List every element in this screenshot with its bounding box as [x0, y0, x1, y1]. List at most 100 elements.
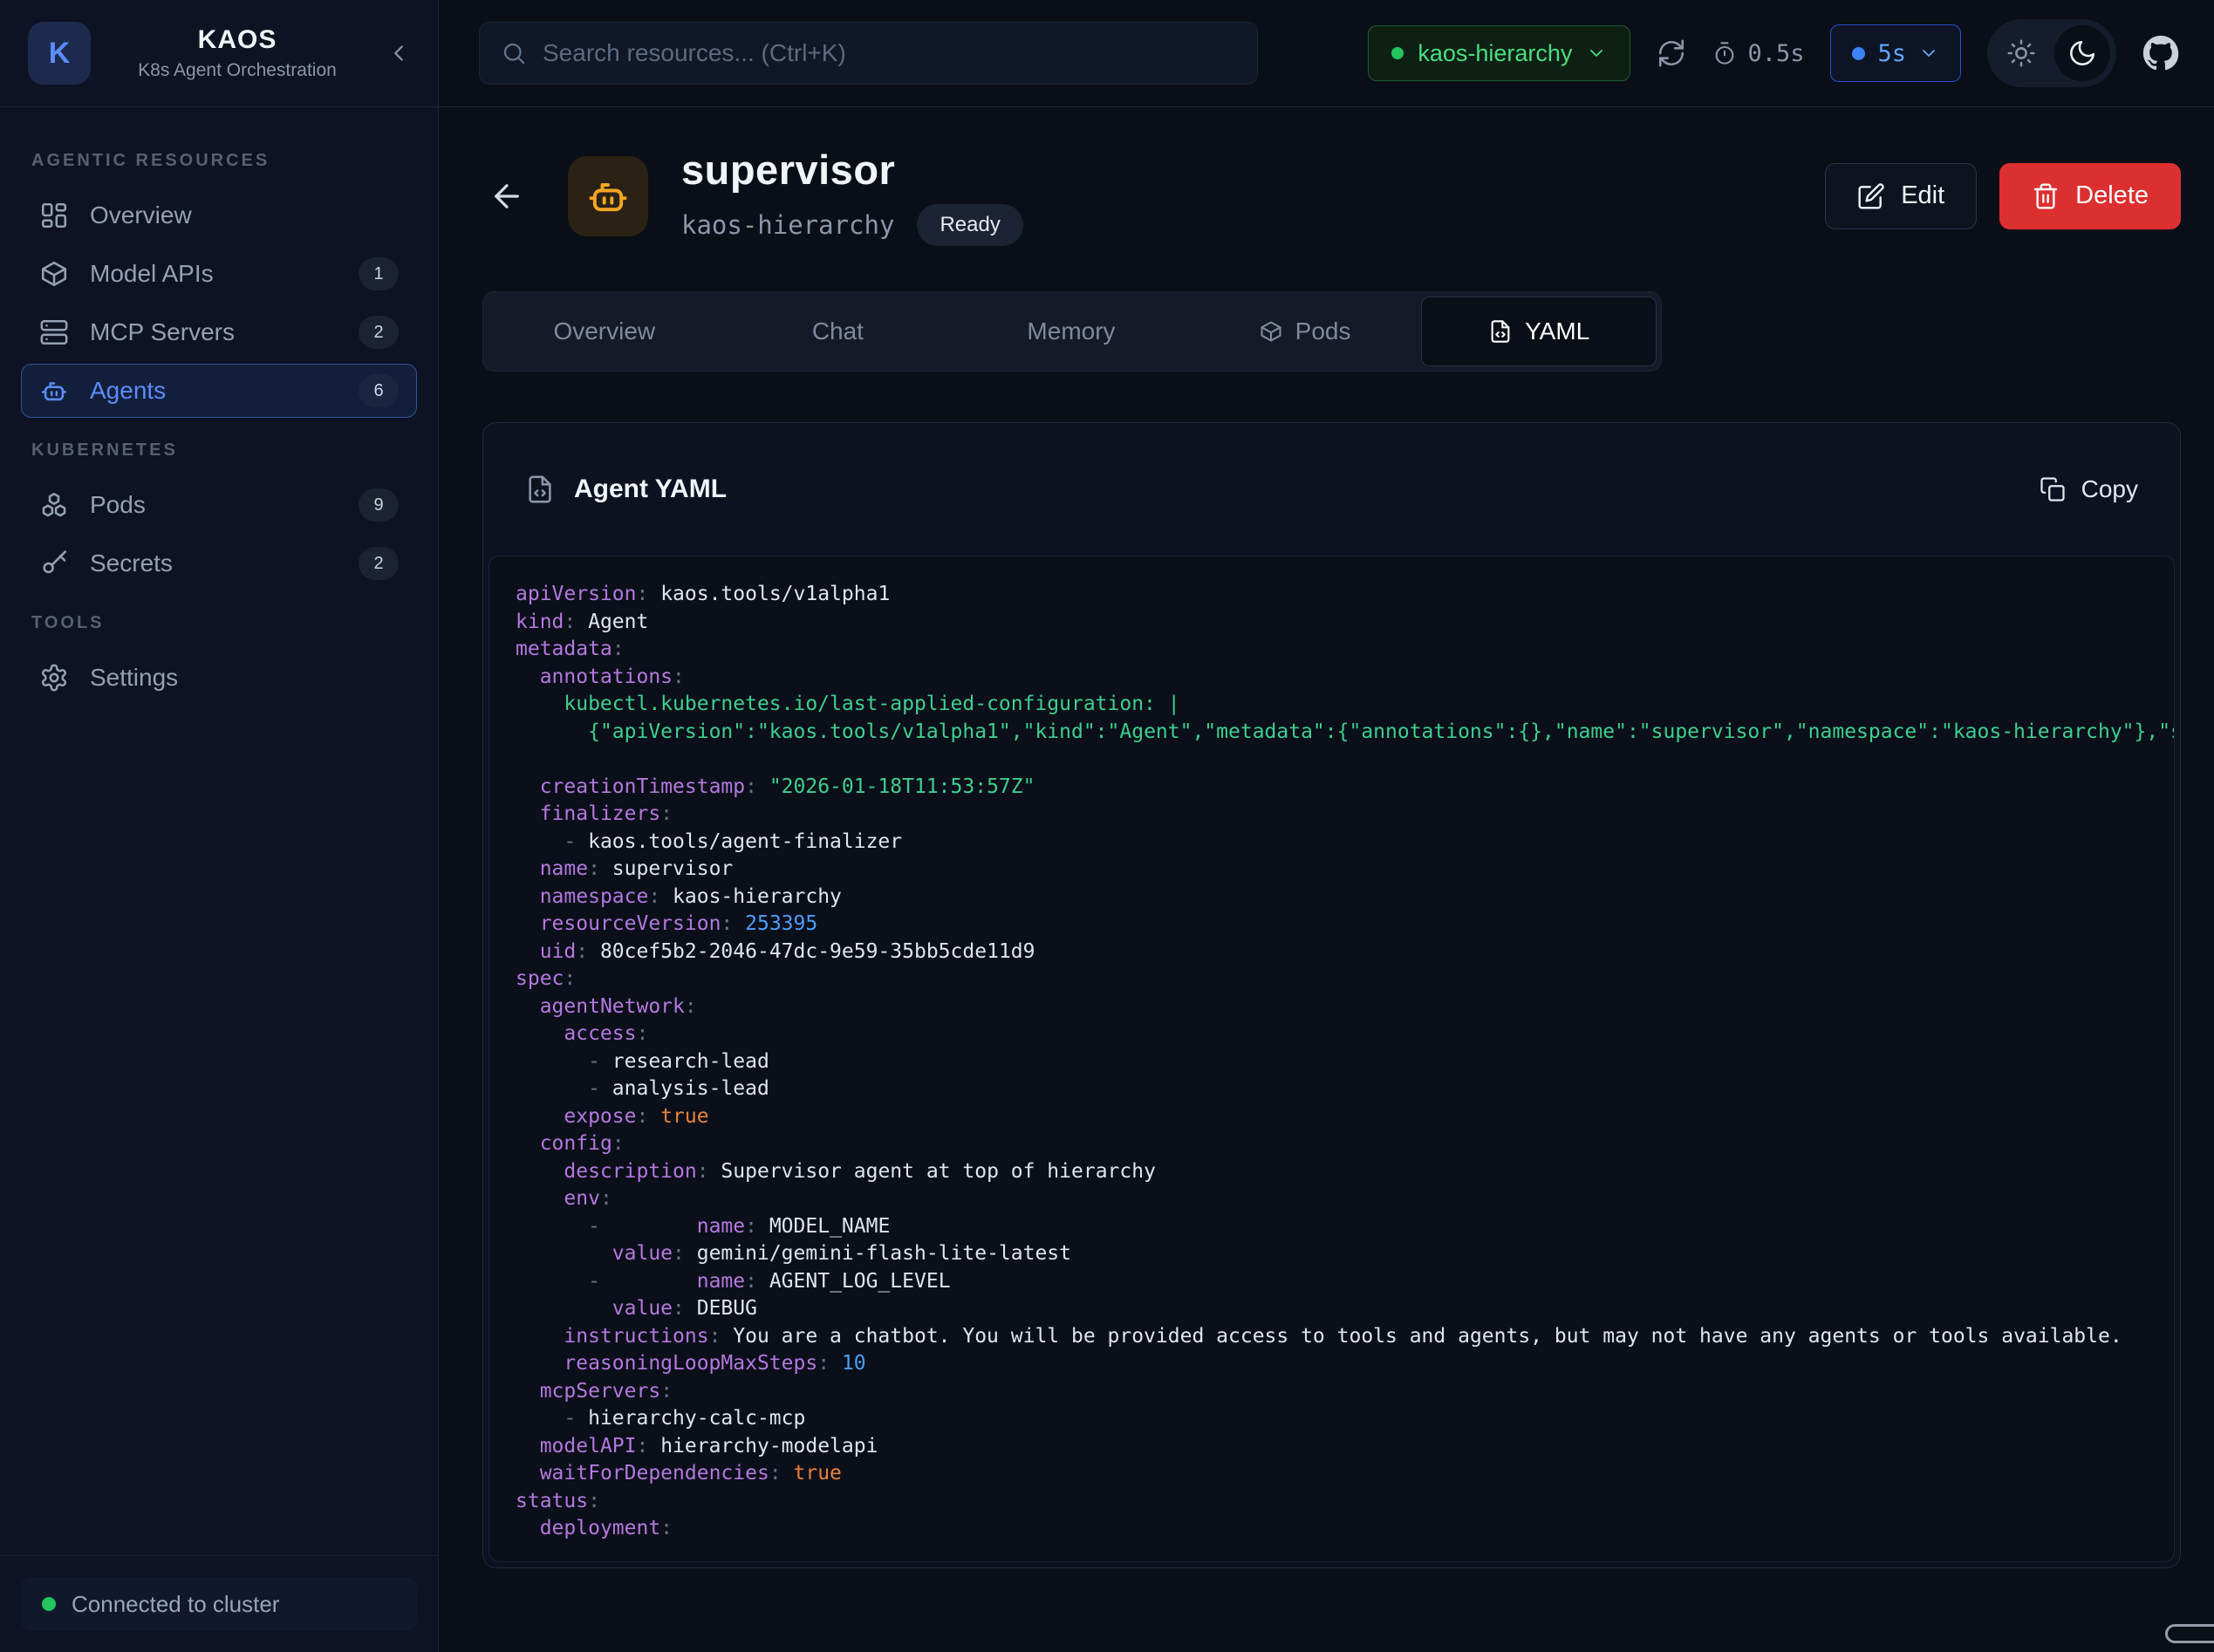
namespace-status-dot-icon: [1391, 47, 1404, 59]
refresh-button[interactable]: [1657, 38, 1686, 68]
code-line: instructions: You are a chatbot. You wil…: [516, 1323, 2174, 1351]
interval-dot-icon: [1852, 47, 1865, 60]
robot-icon: [39, 376, 69, 406]
sidebar-item-pods[interactable]: Pods9: [21, 478, 417, 532]
delete-button[interactable]: Delete: [1999, 163, 2181, 229]
code-line: env:: [516, 1185, 2174, 1213]
agent-avatar: [568, 156, 648, 236]
sidebar-item-model-apis[interactable]: Model APIs 1: [21, 247, 417, 301]
robot-icon: [585, 174, 631, 219]
package-cube-icon: [1259, 319, 1283, 344]
card-title: Agent YAML: [574, 474, 727, 504]
sidebar-item-label: Settings: [90, 664, 399, 692]
sidebar-item-agents[interactable]: Agents 6: [21, 364, 417, 418]
sidebar-section-label: AGENTIC RESOURCES: [31, 151, 407, 171]
agent-namespace: kaos-hierarchy: [681, 210, 894, 240]
page-title: supervisor: [681, 146, 1825, 194]
file-code-icon: [525, 474, 555, 504]
tab-label: YAML: [1525, 317, 1589, 345]
namespace-selector[interactable]: kaos-hierarchy: [1368, 25, 1630, 81]
tab-label: Memory: [1027, 317, 1115, 345]
tab-label: Pods: [1295, 317, 1351, 345]
code-line: - name: MODEL_NAME: [516, 1213, 2174, 1241]
dark-theme-button[interactable]: [2054, 25, 2110, 81]
sidebar: K KAOS K8s Agent Orchestration AGENTIC R…: [0, 0, 439, 1652]
agent-detail-page: supervisor kaos-hierarchy Ready Edit Del…: [439, 107, 2214, 1652]
sidebar-item-secrets[interactable]: Secrets2: [21, 536, 417, 590]
code-line: uid: 80cef5b2-2046-47dc-9e59-35bb5cde11d…: [516, 939, 2174, 966]
edit-button[interactable]: Edit: [1825, 163, 1977, 229]
code-line: spec:: [516, 966, 2174, 993]
count-badge: 1: [359, 257, 399, 290]
refresh-interval-selector[interactable]: 5s: [1830, 24, 1961, 82]
sidebar-item-label: Model APIs: [90, 260, 338, 288]
sidebar-item-mcp-servers[interactable]: MCP Servers2: [21, 305, 417, 359]
code-line: waitForDependencies: true: [516, 1460, 2174, 1488]
code-line: modelAPI: hierarchy-modelapi: [516, 1433, 2174, 1461]
tab-label: Chat: [812, 317, 864, 345]
back-button[interactable]: [482, 172, 531, 221]
code-line: {"apiVersion":"kaos.tools/v1alpha1","kin…: [516, 719, 2174, 747]
code-line: agentNetwork:: [516, 993, 2174, 1021]
tab-chat[interactable]: Chat: [721, 297, 955, 366]
code-line: kind: Agent: [516, 609, 2174, 637]
code-line: - research-lead: [516, 1048, 2174, 1076]
code-line: value: DEBUG: [516, 1295, 2174, 1323]
code-line: value: gemini/gemini-flash-lite-latest: [516, 1240, 2174, 1268]
arrow-left-icon: [489, 178, 525, 215]
tab-memory[interactable]: Memory: [954, 297, 1188, 366]
card-header: Agent YAML Copy: [483, 423, 2180, 556]
namespace-selector-value: kaos-hierarchy: [1418, 40, 1572, 67]
sidebar-footer: Connected to cluster: [0, 1555, 438, 1652]
copy-button[interactable]: Copy: [2040, 475, 2138, 503]
sidebar-header: K KAOS K8s Agent Orchestration: [0, 0, 438, 107]
code-line: - hierarchy-calc-mcp: [516, 1405, 2174, 1433]
horizontal-scrollbar[interactable]: [2165, 1624, 2214, 1643]
tab-label: Overview: [553, 317, 655, 345]
sidebar-item-settings[interactable]: Settings: [21, 651, 417, 705]
yaml-code: apiVersion: kaos.tools/v1alpha1kind: Age…: [516, 581, 2174, 1543]
code-line: - analysis-lead: [516, 1075, 2174, 1103]
gear-icon: [39, 663, 69, 693]
code-line: status:: [516, 1488, 2174, 1516]
count-badge: 2: [359, 316, 399, 349]
topbar: kaos-hierarchy 0.5s 5s: [439, 0, 2214, 107]
code-line: apiVersion: kaos.tools/v1alpha1: [516, 581, 2174, 609]
app-title: KAOS: [112, 25, 363, 55]
code-line: resourceVersion: 253395: [516, 911, 2174, 939]
yaml-code-block[interactable]: apiVersion: kaos.tools/v1alpha1kind: Age…: [489, 556, 2175, 1562]
code-line: finalizers:: [516, 801, 2174, 829]
github-icon: [2142, 35, 2179, 72]
tab-yaml[interactable]: YAML: [1421, 297, 1657, 366]
tab-overview[interactable]: Overview: [488, 297, 721, 366]
sidebar-collapse-button[interactable]: [384, 38, 413, 68]
light-theme-button[interactable]: [1993, 25, 2049, 81]
code-line: - kaos.tools/agent-finalizer: [516, 829, 2174, 857]
trash-icon: [2032, 182, 2060, 210]
refresh-icon: [1657, 38, 1686, 68]
search-input[interactable]: [543, 39, 1236, 67]
search-box: [479, 22, 1258, 85]
copy-button-label: Copy: [2081, 475, 2138, 503]
code-line: description: Supervisor agent at top of …: [516, 1158, 2174, 1186]
sidebar-section-label: TOOLS: [31, 613, 407, 633]
app-logo: K: [28, 22, 91, 85]
app-subtitle: K8s Agent Orchestration: [112, 60, 363, 81]
github-link[interactable]: [2142, 35, 2179, 72]
edit-pencil-icon: [1857, 182, 1885, 210]
code-line: reasoningLoopMaxSteps: 10: [516, 1350, 2174, 1378]
copy-icon: [2040, 476, 2066, 502]
sidebar-item-label: Secrets: [90, 550, 338, 577]
tabbar: Overview Chat Memory Pods YAML: [482, 291, 1662, 372]
sidebar-nav: AGENTIC RESOURCES Overview Model APIs 1 MCP …: [0, 107, 438, 1555]
count-badge: 6: [359, 374, 399, 407]
sidebar-item-label: Agents: [90, 377, 338, 405]
sidebar-item-label: Pods: [90, 491, 338, 519]
code-line: access:: [516, 1021, 2174, 1048]
sidebar-item-overview[interactable]: Overview: [21, 188, 417, 242]
sidebar-item-label: Overview: [90, 201, 399, 229]
refresh-interval-value: 5s: [1877, 40, 1906, 67]
code-line: mcpServers:: [516, 1378, 2174, 1406]
sun-icon: [2006, 38, 2036, 68]
tab-pods[interactable]: Pods: [1188, 297, 1422, 366]
